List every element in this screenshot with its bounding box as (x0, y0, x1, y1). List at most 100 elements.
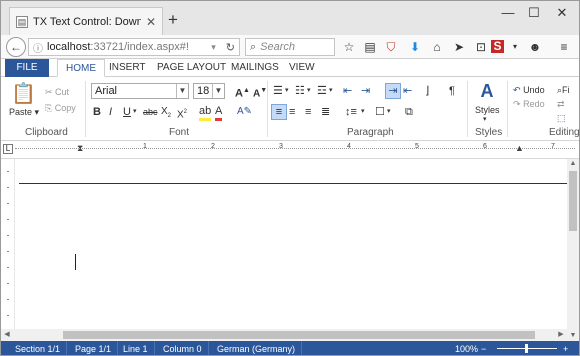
group-divider (267, 81, 268, 137)
underline-dropdown-icon[interactable]: ▾ (133, 105, 137, 119)
reload-icon[interactable]: ↻ (226, 41, 235, 54)
bullets-dropdown-icon[interactable]: ▾ (285, 84, 289, 98)
tab-insert[interactable]: INSERT (101, 59, 154, 77)
ltr-direction-icon[interactable]: ⇥ (385, 83, 401, 99)
highlight-icon[interactable]: ab (199, 104, 212, 121)
find-button[interactable]: ⌕Fi (557, 83, 570, 97)
browser-tab[interactable]: ▤ TX Text Control: Download do... ✕ (9, 7, 163, 35)
scroll-right-icon[interactable]: ▶ (555, 329, 567, 341)
close-tab-icon[interactable]: ✕ (146, 15, 156, 29)
close-window-icon[interactable]: ✕ (555, 5, 569, 21)
copy-button[interactable]: ⎘ Copy (45, 101, 76, 115)
subscript-icon[interactable]: X2 (161, 105, 171, 123)
multilevel-list-icon[interactable]: ☲ (317, 84, 327, 98)
scroll-up-icon[interactable]: ▲ (567, 159, 579, 169)
send-icon[interactable]: ➤ (451, 39, 467, 55)
shrink-font-icon[interactable]: A▼ (253, 84, 267, 101)
address-bar[interactable]: ⓘ localhost:33721/index.aspx#! ▾ ↻ (28, 38, 240, 56)
ruler-number: 2 (211, 143, 215, 150)
styles-button[interactable]: Styles (475, 103, 500, 117)
grow-font-icon[interactable]: A▲ (235, 84, 250, 101)
tab-file[interactable]: FILE (5, 59, 49, 77)
tab-home[interactable]: HOME (57, 59, 105, 77)
line-spacing-dropdown-icon[interactable]: ▾ (361, 105, 365, 119)
ruler-dot (7, 219, 9, 220)
justify-icon[interactable]: ≣ (321, 105, 330, 119)
superscript-icon[interactable]: X2 (177, 105, 187, 122)
home-icon[interactable]: ⌂ (429, 39, 445, 55)
horizontal-scrollbar[interactable]: ◀ ▶ (1, 329, 567, 341)
show-formatting-icon[interactable]: ¶ (449, 84, 455, 98)
rtl-direction-icon[interactable]: ⇤ (403, 84, 412, 98)
select-icon[interactable]: ⬚ (557, 111, 566, 125)
scroll-down-icon[interactable]: ▼ (567, 331, 579, 341)
italic-icon[interactable]: I (109, 105, 112, 119)
scroll-left-icon[interactable]: ◀ (1, 329, 13, 341)
zoom-slider-handle[interactable] (525, 344, 528, 353)
status-language[interactable]: German (Germany) (211, 341, 303, 355)
zoom-in-button[interactable]: + (563, 341, 568, 355)
bookmark-star-icon[interactable]: ☆ (341, 39, 357, 55)
extension-menu-icon[interactable]: ▾ (507, 39, 523, 55)
info-icon[interactable]: ⓘ (33, 40, 43, 55)
increase-indent-icon[interactable]: ⇥ (361, 84, 370, 98)
underline-icon[interactable]: U (123, 105, 131, 119)
zoom-out-button[interactable]: − (481, 341, 486, 355)
screenshot-icon[interactable]: ⊡ (473, 39, 489, 55)
hamburger-menu-icon[interactable]: ≡ (556, 39, 572, 55)
borders-icon[interactable]: ☐ (375, 105, 385, 119)
paragraph-settings-icon[interactable]: ⧉ (405, 105, 413, 119)
multilevel-dropdown-icon[interactable]: ▾ (329, 84, 333, 98)
undo-button[interactable]: ↶ Undo (513, 83, 545, 97)
chat-icon[interactable]: ☻ (527, 39, 543, 55)
tab-stop-icon[interactable]: ⌋ (425, 84, 429, 98)
ruler-dot (7, 283, 9, 284)
decrease-indent-icon[interactable]: ⇤ (343, 84, 352, 98)
new-tab-button[interactable]: + (168, 11, 178, 28)
download-icon[interactable]: ⬇ (407, 39, 423, 55)
clear-formatting-icon[interactable]: A✎ (237, 105, 252, 119)
paste-button-label[interactable]: Paste ▾ (9, 105, 39, 119)
minimize-window-icon[interactable]: — (501, 5, 515, 20)
extension-s-icon[interactable]: S (491, 40, 504, 53)
replace-icon[interactable]: ⇄ (557, 97, 565, 111)
numbering-dropdown-icon[interactable]: ▾ (307, 84, 311, 98)
horizontal-scroll-thumb[interactable] (63, 331, 535, 339)
align-center-icon[interactable]: ≡ (289, 105, 295, 119)
document-canvas[interactable] (1, 159, 567, 329)
maximize-window-icon[interactable]: ☐ (527, 5, 541, 21)
strikethrough-icon[interactable]: abc (143, 105, 158, 119)
pocket-icon[interactable]: ⛉ (383, 39, 399, 55)
redo-button[interactable]: ↷ Redo (513, 97, 545, 111)
bullets-icon[interactable]: ☰ (273, 84, 283, 98)
vertical-ruler[interactable] (1, 159, 15, 329)
line-spacing-icon[interactable]: ↕≡ (345, 105, 357, 119)
font-size-select[interactable]: 18 ▼ (193, 83, 225, 99)
tab-selector-icon[interactable]: L (3, 144, 13, 154)
tab-view[interactable]: VIEW (281, 59, 323, 77)
cut-button[interactable]: ✂ Cut (45, 85, 69, 99)
paste-icon[interactable]: 📋 (11, 83, 36, 105)
tab-mailings[interactable]: MAILINGS (223, 59, 287, 77)
font-family-select[interactable]: Arial ▼ (91, 83, 189, 99)
search-input[interactable]: ⌕ Search (245, 38, 335, 56)
ruler-dot (7, 267, 9, 268)
font-color-icon[interactable]: A (215, 104, 223, 121)
ruler-number: 5 (415, 143, 419, 150)
borders-dropdown-icon[interactable]: ▾ (387, 105, 391, 119)
horizontal-ruler[interactable]: L ⧗ 1 2 3 4 5 6 ▲ 7 (1, 141, 579, 159)
url-dropdown-icon[interactable]: ▾ (211, 42, 216, 53)
tab-page-layout[interactable]: PAGE LAYOUT (149, 59, 234, 77)
bold-icon[interactable]: B (93, 105, 101, 119)
vertical-scrollbar[interactable]: ▲ ▼ (567, 159, 579, 343)
reading-list-icon[interactable]: ▤ (362, 39, 378, 55)
align-right-icon[interactable]: ≡ (305, 105, 311, 119)
back-button-icon[interactable]: ← (6, 37, 26, 57)
styles-dropdown-icon[interactable]: ▾ (483, 113, 487, 127)
styles-icon[interactable]: A (477, 81, 497, 101)
right-indent-marker-icon[interactable]: ▲ (515, 143, 524, 153)
align-left-icon[interactable]: ≡ (271, 104, 287, 120)
indent-marker-icon[interactable]: ⧗ (77, 143, 83, 154)
numbering-icon[interactable]: ☷ (295, 84, 305, 98)
vertical-scroll-thumb[interactable] (569, 171, 577, 231)
